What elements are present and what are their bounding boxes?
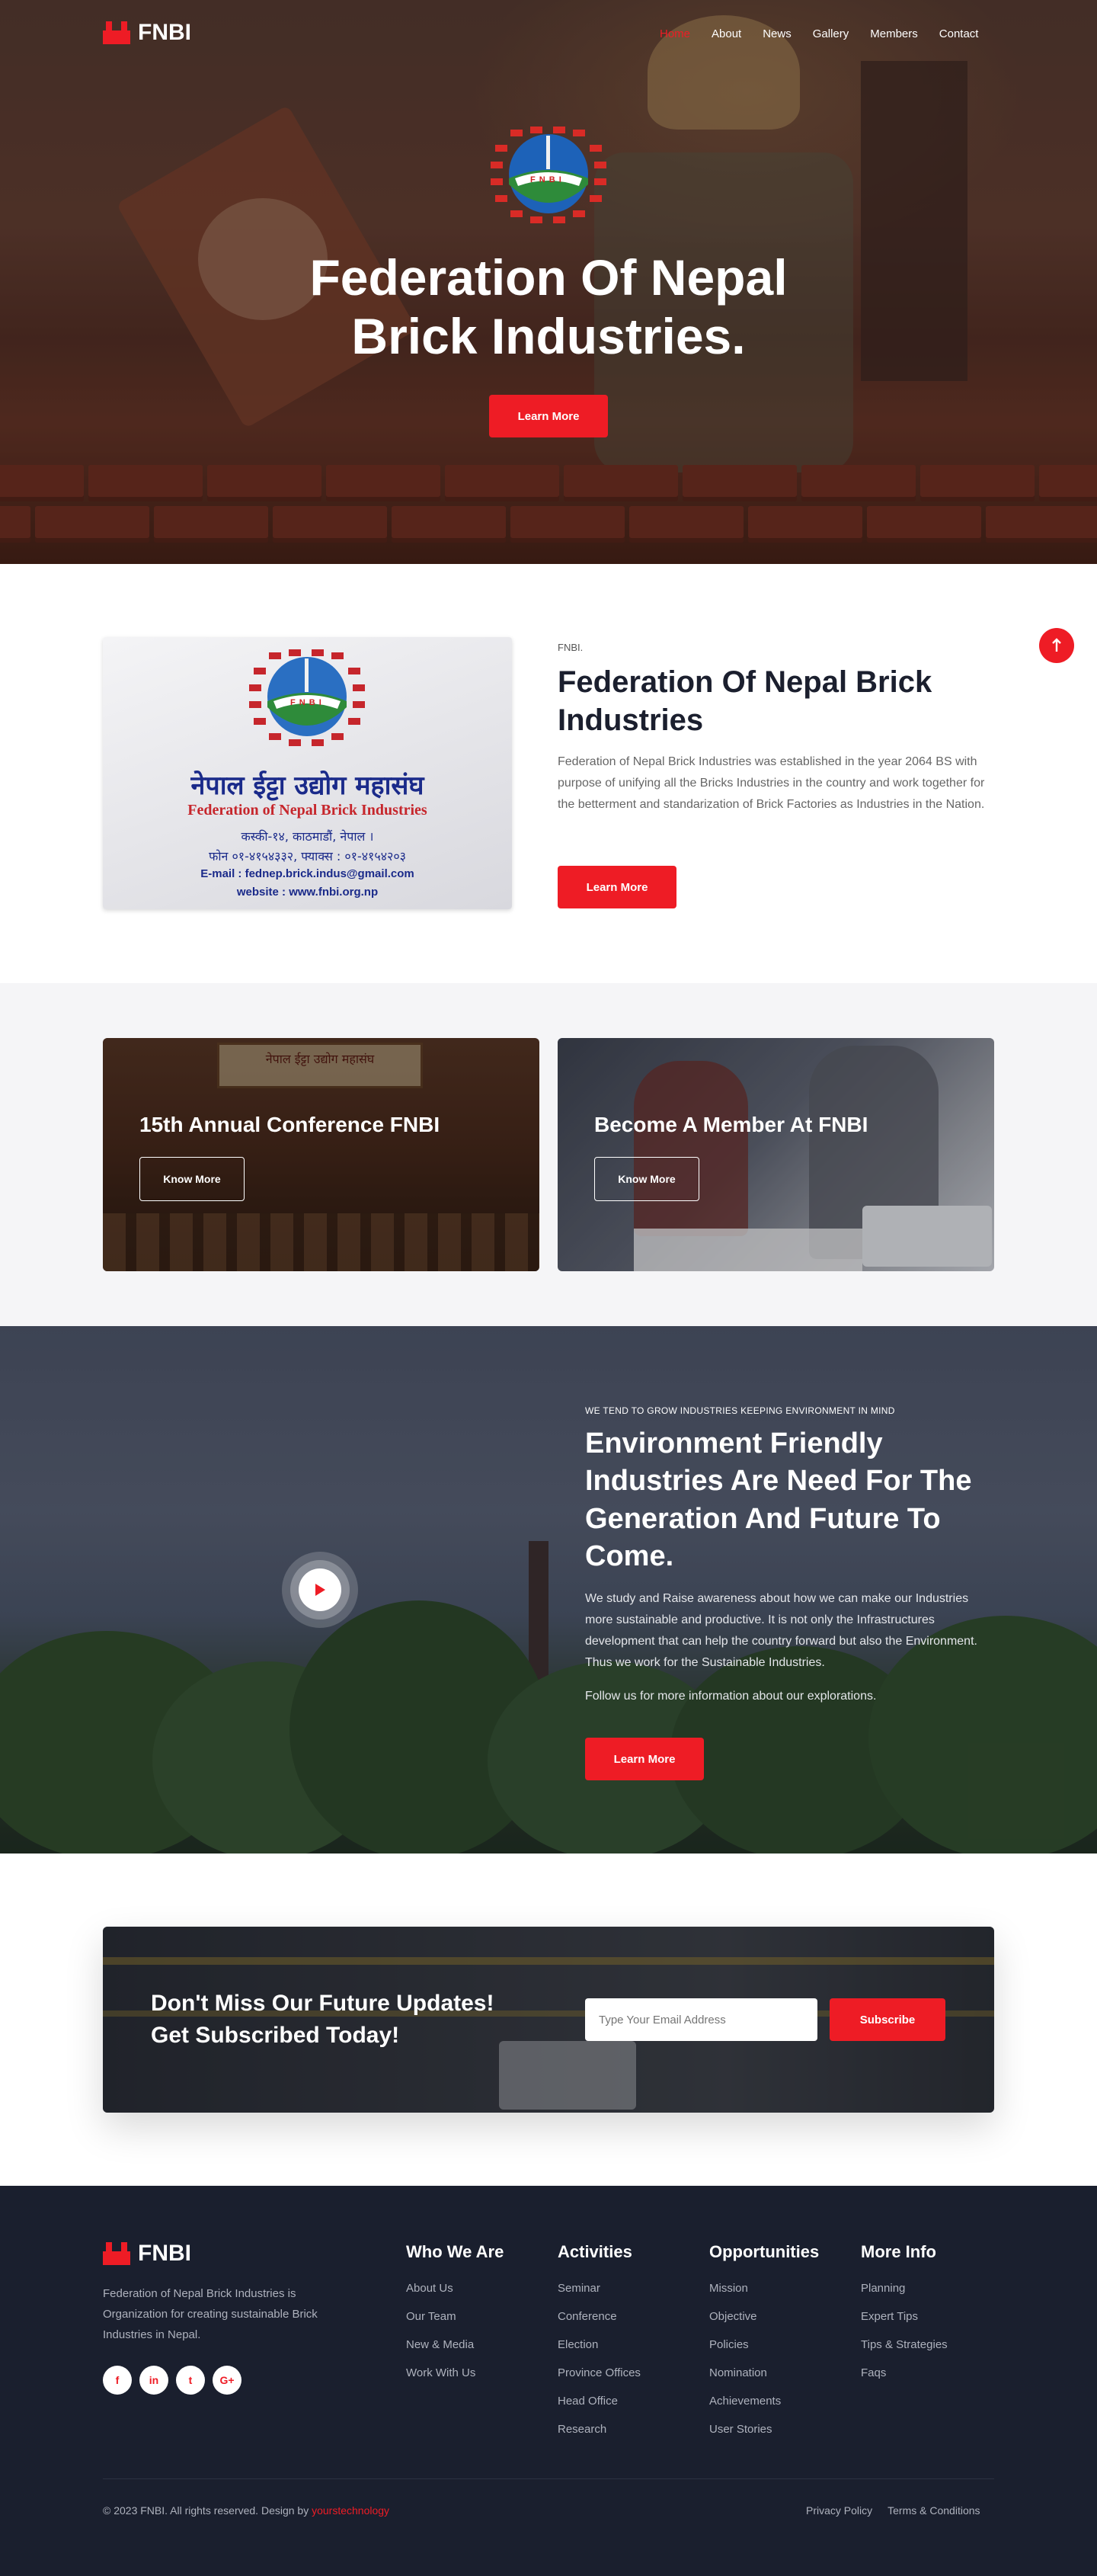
- footer-logo[interactable]: FNBI: [103, 2241, 191, 2267]
- copyright-text: © 2023 FNBI. All rights reserved. Design…: [103, 2504, 309, 2517]
- about-text: Federation of Nepal Brick Industries was…: [558, 755, 985, 811]
- promo-section: नेपाल ईट्टा उद्योग महासंघ 15th Annual Co…: [0, 983, 1097, 1326]
- promo-overlay: [558, 1038, 994, 1271]
- footer-column-activities: Activities Seminar Conference Election P…: [558, 2242, 641, 2451]
- footer-column-title: Opportunities: [709, 2242, 820, 2261]
- promo-title-member: Become A Member At FNBI: [594, 1113, 868, 1136]
- logo-mark-icon: [103, 2242, 130, 2265]
- about-eyebrow: FNBI.: [558, 642, 584, 653]
- hero-emblem: F N B I: [485, 123, 612, 230]
- promo-card-conference[interactable]: नेपाल ईट्टा उद्योग महासंघ 15th Annual Co…: [103, 1038, 539, 1271]
- footer-link-nomination[interactable]: Nomination: [709, 2366, 819, 2379]
- footer-link-faqs[interactable]: Faqs: [861, 2366, 948, 2379]
- footer-column-who-we-are: Who We Are About Us Our Team New & Media…: [406, 2242, 504, 2395]
- env-eyebrow: WE TEND TO GROW INDUSTRIES KEEPING ENVIR…: [585, 1405, 895, 1416]
- about-section: F N B I नेपाल ईट्टा उद्योग महासंघ Federa…: [0, 564, 1097, 983]
- footer-about-text: Federation of Nepal Brick Industries is …: [103, 2287, 318, 2341]
- nav-gallery[interactable]: Gallery: [813, 27, 849, 40]
- hero-emblem-text: F N B I: [530, 175, 562, 184]
- terms-conditions-link[interactable]: Terms & Conditions: [888, 2504, 980, 2517]
- environment-section: WE TEND TO GROW INDUSTRIES KEEPING ENVIR…: [0, 1326, 1097, 1854]
- footer-column-more-info: More Info Planning Expert Tips Tips & St…: [861, 2242, 948, 2395]
- card-address: कस्की-१४, काठमाडौं, नेपाल ।: [241, 829, 374, 844]
- env-learn-more-button[interactable]: Learn More: [585, 1738, 704, 1780]
- footer-link-our-team[interactable]: Our Team: [406, 2310, 504, 2323]
- footer-link-work-with-us[interactable]: Work With Us: [406, 2366, 504, 2379]
- footer-link-province-offices[interactable]: Province Offices: [558, 2366, 641, 2379]
- footer-column-title: Who We Are: [406, 2242, 504, 2261]
- play-ring: [290, 1560, 350, 1620]
- env-text-2: Follow us for more information about our…: [585, 1690, 877, 1703]
- card-nepali-title: नेपाल ईट्टा उद्योग महासंघ: [190, 771, 424, 801]
- logo-text: FNBI: [138, 20, 191, 45]
- promo-know-more-button-conference[interactable]: Know More: [139, 1157, 245, 1201]
- footer-logo-text: FNBI: [138, 2241, 191, 2266]
- hero-section: FNBI Home About News Gallery Members Con…: [0, 0, 1097, 564]
- subscribe-email-input[interactable]: [585, 1998, 817, 2041]
- footer-link-conference[interactable]: Conference: [558, 2310, 641, 2323]
- card-phone: फोन ०१-४१५४३३२, फ्याक्स : ०१-४१५४२०३: [209, 849, 406, 863]
- subscribe-title: Don't Miss Our Future Updates! Get Subsc…: [151, 1991, 494, 2048]
- video-play-button[interactable]: [282, 1552, 358, 1628]
- nav-news[interactable]: News: [763, 27, 792, 40]
- arrow-up-icon: [1052, 638, 1061, 652]
- footer: FNBI Federation of Nepal Brick Industrie…: [0, 2186, 1097, 2576]
- footer-link-research[interactable]: Research: [558, 2423, 641, 2436]
- footer-column-title: Activities: [558, 2242, 632, 2261]
- footer-link-about-us[interactable]: About Us: [406, 2282, 504, 2295]
- footer-link-planning[interactable]: Planning: [861, 2282, 948, 2295]
- footer-link-policies[interactable]: Policies: [709, 2338, 819, 2351]
- footer-link-tips-strategies[interactable]: Tips & Strategies: [861, 2338, 948, 2351]
- header-logo[interactable]: FNBI: [103, 20, 191, 46]
- card-english-title: Federation of Nepal Brick Industries: [187, 802, 427, 819]
- footer-link-objective[interactable]: Objective: [709, 2310, 819, 2323]
- promo-know-more-button-member[interactable]: Know More: [594, 1157, 699, 1201]
- footer-link-achievements[interactable]: Achievements: [709, 2395, 819, 2408]
- twitter-icon[interactable]: t: [176, 2366, 205, 2395]
- nav-members[interactable]: Members: [870, 27, 918, 40]
- hero-learn-more-button[interactable]: Learn More: [489, 395, 608, 437]
- card-website: website : www.fnbi.org.np: [236, 886, 379, 899]
- main-nav: Home About News Gallery Members Contact: [660, 27, 978, 40]
- play-circle: [299, 1568, 341, 1611]
- footer-link-expert-tips[interactable]: Expert Tips: [861, 2310, 948, 2323]
- subscribe-banner: Don't Miss Our Future Updates! Get Subsc…: [103, 1927, 994, 2113]
- subscribe-button[interactable]: Subscribe: [830, 1998, 945, 2041]
- footer-column-title: More Info: [861, 2242, 936, 2261]
- footer-link-mission[interactable]: Mission: [709, 2282, 819, 2295]
- footer-link-head-office[interactable]: Head Office: [558, 2395, 641, 2408]
- google-plus-icon[interactable]: G+: [213, 2366, 241, 2395]
- promo-overlay: [103, 1038, 539, 1271]
- footer-social: f in t G+: [103, 2366, 241, 2395]
- promo-card-member[interactable]: Become A Member At FNBI Know More: [558, 1038, 994, 1271]
- play-icon: [315, 1584, 325, 1596]
- promo-title-conference: 15th Annual Conference FNBI: [139, 1113, 440, 1136]
- linkedin-icon[interactable]: in: [139, 2366, 168, 2395]
- footer-link-election[interactable]: Election: [558, 2338, 641, 2351]
- footer-copyright: © 2023 FNBI. All rights reserved. Design…: [103, 2504, 389, 2517]
- about-learn-more-button[interactable]: Learn More: [558, 866, 676, 908]
- footer-divider: [103, 2478, 994, 2479]
- scroll-to-top-button[interactable]: [1039, 628, 1074, 663]
- nav-home[interactable]: Home: [660, 27, 690, 40]
- footer-link-user-stories[interactable]: User Stories: [709, 2423, 819, 2436]
- logo-mark-icon: [103, 21, 130, 44]
- hero-title: Federation Of Nepal Brick Industries.: [309, 249, 788, 364]
- privacy-policy-link[interactable]: Privacy Policy: [806, 2504, 872, 2517]
- footer-link-seminar[interactable]: Seminar: [558, 2282, 641, 2295]
- nav-contact[interactable]: Contact: [939, 27, 979, 40]
- facebook-icon[interactable]: f: [103, 2366, 132, 2395]
- designer-link[interactable]: yourstechnology: [312, 2504, 389, 2517]
- footer-link-news-media[interactable]: New & Media: [406, 2338, 504, 2351]
- card-email: E-mail : fednep.brick.indus@gmail.com: [200, 867, 414, 880]
- env-title: Environment Friendly Industries Are Need…: [585, 1427, 972, 1573]
- footer-legal-links: Privacy Policy Terms & Conditions: [806, 2504, 980, 2517]
- card-emblem-text: F N B I: [290, 698, 322, 707]
- nav-about[interactable]: About: [712, 27, 741, 40]
- footer-column-opportunities: Opportunities Mission Objective Policies…: [709, 2242, 819, 2451]
- about-image-card: F N B I नेपाल ईट्टा उद्योग महासंघ Federa…: [103, 637, 512, 909]
- env-text-1: We study and Raise awareness about how w…: [585, 1592, 977, 1669]
- about-title: Federation Of Nepal Brick Industries: [558, 665, 932, 737]
